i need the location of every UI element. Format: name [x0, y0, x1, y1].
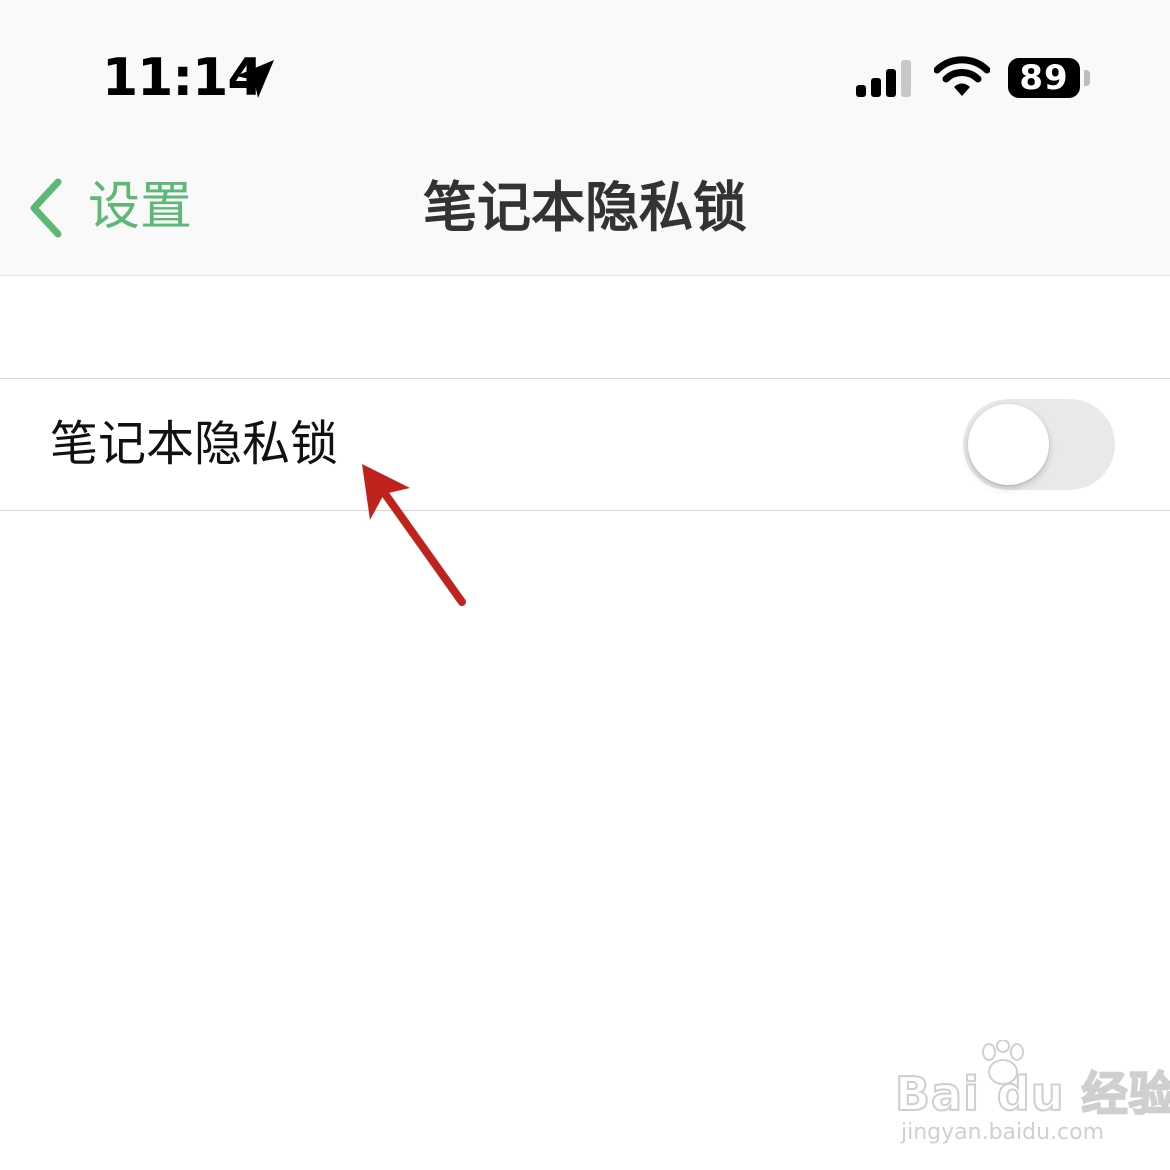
status-bar: 11:14 89	[0, 0, 1170, 140]
annotation-arrow-icon	[362, 464, 466, 606]
toggle-knob	[968, 404, 1049, 485]
location-arrow-icon	[236, 60, 274, 98]
battery-level: 89	[1019, 58, 1069, 98]
page-title: 笔记本隐私锁	[423, 176, 747, 239]
section-spacer	[0, 276, 1170, 378]
baidu-jingyan-watermark: Bai du 经验 jingyan.baidu.com	[894, 1040, 1170, 1150]
notebook-privacy-lock-toggle[interactable]	[963, 399, 1115, 490]
battery-cap	[1084, 70, 1090, 86]
wifi-icon	[934, 56, 990, 96]
battery-icon: 89	[1008, 58, 1080, 98]
row-label: 笔记本隐私锁	[50, 416, 339, 472]
navigation-bar: 设置 笔记本隐私锁	[0, 140, 1170, 276]
cellular-signal-icon	[856, 60, 911, 97]
watermark-url: jingyan.baidu.com	[901, 1120, 1105, 1145]
notebook-privacy-lock-row: 笔记本隐私锁	[0, 378, 1170, 511]
watermark-logo: Bai du 经验	[894, 1066, 1170, 1122]
